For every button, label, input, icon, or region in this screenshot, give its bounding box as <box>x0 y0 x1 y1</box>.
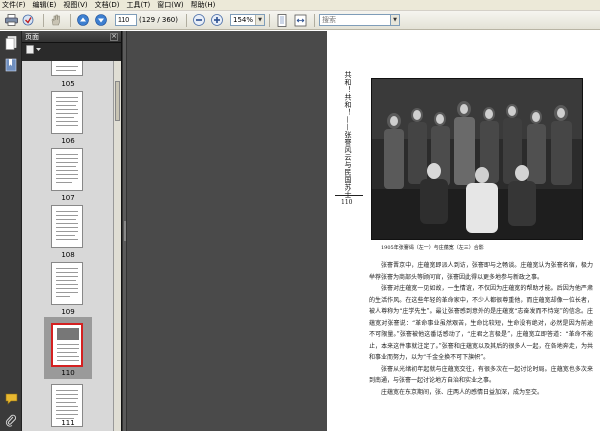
menu-edit[interactable]: 编辑(E) <box>33 0 57 10</box>
page-thumbnail-label: 105 <box>61 80 75 88</box>
page-thumbnail-label: 111 <box>61 419 75 427</box>
toolbar-separator <box>269 13 271 27</box>
paragraph: 张謇从光绪初年起就与庄蕴宽交往，有很多次在一起讨论时局。庄蕴宽也多次来到南通，与… <box>369 365 593 385</box>
splitter-grip[interactable] <box>124 221 126 241</box>
zoom-value: 154% <box>233 16 254 24</box>
next-page-button[interactable] <box>93 13 109 28</box>
page-thumbnail[interactable] <box>51 205 83 248</box>
arrow-down-icon <box>95 14 107 26</box>
menu-tools[interactable]: 工具(T) <box>127 0 151 10</box>
menu-view[interactable]: 视图(V) <box>63 0 87 10</box>
comment-icon <box>5 393 17 405</box>
panel-options <box>22 43 121 55</box>
email-button[interactable] <box>21 13 37 28</box>
previous-page-button[interactable] <box>75 13 91 28</box>
menu-document[interactable]: 文档(D) <box>95 0 120 10</box>
menu-file[interactable]: 文件(F) <box>2 0 26 10</box>
zoom-out-button[interactable] <box>191 13 207 28</box>
thumbnail-scrollbar[interactable] <box>113 61 121 431</box>
historical-photo <box>371 78 583 240</box>
page-count-label: (129 / 360) <box>139 16 178 24</box>
zoom-out-icon <box>193 14 205 26</box>
fit-width-button[interactable] <box>292 13 308 28</box>
zoom-select[interactable]: 154% ▼ <box>230 14 266 26</box>
toolbar-separator <box>186 13 187 27</box>
page-thumbnail-label: 108 <box>61 251 75 259</box>
options-icon[interactable] <box>26 44 42 54</box>
paragraph: 庄蕴宽在东京期间，张、庄两人的感情日益加深，成为至交。 <box>381 388 544 396</box>
page-number-rule <box>335 195 363 196</box>
body-text: 张謇晋京中，庄蕴宽即派人到访，张謇即与之畅谈。庄蕴宽认为张謇名宿，极力举荐张謇为… <box>369 260 593 398</box>
thumbnail-list[interactable]: 105 106 107 108 109 110 111 <box>22 61 114 431</box>
hand-tool-button[interactable] <box>48 13 64 28</box>
email-icon <box>22 14 34 26</box>
page-thumbnail-selected[interactable] <box>51 323 83 367</box>
photo-caption: 1905年张謇谒（左一）与庄蕴宽（左三）合影 <box>381 245 484 251</box>
pages-tab[interactable] <box>3 35 19 51</box>
navigation-strip <box>0 31 22 431</box>
chevron-down-icon[interactable]: ▼ <box>255 15 265 25</box>
fit-width-icon <box>294 14 306 26</box>
zoom-in-icon <box>211 14 223 26</box>
arrow-up-icon <box>77 14 89 26</box>
bookmark-icon <box>5 58 17 72</box>
pages-icon <box>5 36 17 50</box>
printer-icon <box>4 14 18 26</box>
page-thumbnail[interactable] <box>51 148 83 191</box>
toolbar-separator <box>314 13 316 27</box>
page-thumbnail-label: 106 <box>61 137 75 145</box>
toolbar-separator <box>70 13 71 27</box>
panel-title: 页面 <box>25 32 39 41</box>
search-dropdown-icon[interactable]: ▼ <box>391 14 401 26</box>
menu-window[interactable]: 窗口(W) <box>157 0 183 10</box>
group-photo-image <box>372 79 582 239</box>
running-title: 共和！共和！——张謇风云与民国苏士 <box>344 71 352 199</box>
pages-panel: 页面 × 105 106 107 108 109 110 111 <box>22 31 122 431</box>
panel-header: 页面 × <box>22 31 121 43</box>
paperclip-icon <box>5 414 17 427</box>
fit-page-button[interactable] <box>274 13 290 28</box>
zoom-in-button[interactable] <box>209 13 225 28</box>
page-thumbnail-label-selected: 110 <box>61 369 75 377</box>
search-input[interactable] <box>319 14 392 26</box>
hand-icon <box>51 14 60 26</box>
toolbar-separator <box>43 13 44 27</box>
page-thumbnail-label: 109 <box>61 308 75 316</box>
paragraph: 张謇对庄蕴宽一见如故，一生情谊，不仅因为庄蕴宽的帮助才能。后因为他严肃的生活作风… <box>369 285 593 361</box>
page-number: 110 <box>341 199 353 206</box>
paragraph: 张謇晋京中，庄蕴宽即派人到访，张謇即与之畅谈。庄蕴宽认为张謇名宿，极力举荐张謇为… <box>369 262 593 281</box>
scrollbar-thumb[interactable] <box>115 81 120 121</box>
toolbar: (129 / 360) 154% ▼ <box>0 11 600 30</box>
print-button[interactable] <box>3 13 19 28</box>
page-thumbnail[interactable] <box>51 262 83 305</box>
menu-help[interactable]: 帮助(H) <box>191 0 216 10</box>
page-thumbnail-label: 107 <box>61 194 75 202</box>
comments-tab[interactable] <box>3 391 19 407</box>
fit-page-icon <box>277 13 287 27</box>
document-viewport[interactable]: 共和！共和！——张謇风云与民国苏士 110 1905年张謇谒（左一）与庄蕴宽（左… <box>127 31 600 431</box>
attachments-tab[interactable] <box>3 412 19 428</box>
page-number-input[interactable] <box>115 14 137 26</box>
bookmarks-tab[interactable] <box>3 57 19 73</box>
menu-bar: 文件(F) 编辑(E) 视图(V) 文档(D) 工具(T) 窗口(W) 帮助(H… <box>0 0 600 11</box>
document-page: 共和！共和！——张謇风云与民国苏士 110 1905年张謇谒（左一）与庄蕴宽（左… <box>327 31 600 431</box>
page-thumbnail[interactable] <box>51 91 83 134</box>
reader-window: 文件(F) 编辑(E) 视图(V) 文档(D) 工具(T) 窗口(W) 帮助(H… <box>0 0 600 431</box>
close-icon[interactable]: × <box>110 32 118 41</box>
page-thumbnail[interactable] <box>51 61 83 76</box>
